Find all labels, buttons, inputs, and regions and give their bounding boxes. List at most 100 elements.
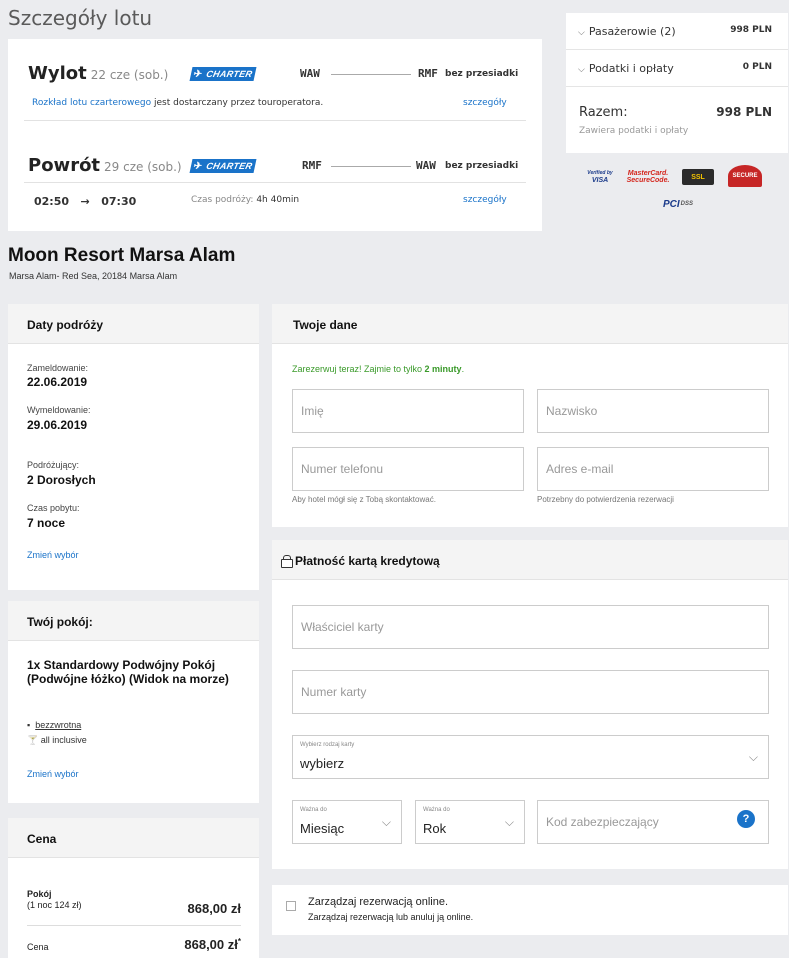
total-price-amount: 868,00 zł [184,937,238,952]
first-name-field[interactable] [292,389,524,433]
divider [24,120,526,121]
board-label: all inclusive [40,735,87,745]
chevron-down-icon: ⌵ [504,815,514,829]
room-panel: Twój pokój: 1x Standardowy Podwójny Pokó… [8,601,259,803]
phone-input[interactable] [293,448,523,490]
total-price-value: 868,00 zł* [184,937,241,952]
outbound-label: Wylot 22 cze (sob.) [28,63,168,84]
return-leg: Powrót 29 cze (sob.) ✈ CHARTER RMF WAW bez… [8,147,542,183]
return-duration: Czas podróży: 4h 40min [191,195,299,205]
expiry-year-value: Rok [423,821,447,836]
charter-label: CHARTER [205,161,254,171]
security-code-input[interactable] [538,801,768,843]
manage-title: Zarządzaj rezerwacją online. [308,896,449,908]
manage-online-checkbox[interactable] [286,901,296,911]
email-hint: Potrzebny do potwierdzenia rezerwacji [537,495,674,504]
chevron-down-icon: ⌵ [578,28,585,38]
dss-text: DSS [680,201,693,207]
stay-value: 7 noce [27,516,66,530]
travel-dates-panel: Daty podróży Zameldowanie: 22.06.2019 Wy… [8,304,259,590]
return-arrival: 07:30 [101,195,137,208]
outbound-from: WAW [300,67,320,80]
room-price-title: Pokój [27,889,52,899]
outbound-details-link[interactable]: szczegóły [463,98,507,108]
total-price-label: Cena [27,942,49,952]
fees-row[interactable]: ⌵ Podatki i opłaty 0 PLN [566,50,788,86]
arrow-right-icon: → [80,195,90,208]
verified-by-visa-icon: Verified by VISA [586,169,614,185]
travellers-value: 2 Dorosłych [27,473,96,487]
return-label: Powrót 29 cze (sob.) [28,155,182,176]
non-refundable-link[interactable]: bezzwrotna [35,720,81,730]
travellers-label: Podróżujący: [27,460,80,470]
pci-text: PCI [662,198,680,210]
charter-note-text: jest dostarczany przez touroperatora. [151,98,324,108]
outbound-direct: bez przesiadki [445,69,519,79]
checkout-date: 29.06.2019 [27,418,88,432]
help-icon[interactable]: ? [737,810,755,828]
email-field[interactable] [537,447,769,491]
outbound-to: RMF [418,67,438,80]
hotel-address: Marsa Alam- Red Sea, 20184 Marsa Alam [9,271,178,281]
passengers-row[interactable]: ⌵ Pasażerowie (2) 998 PLN [566,13,788,49]
route-line [331,166,411,167]
card-number-input[interactable] [293,671,768,713]
last-name-field[interactable] [537,389,769,433]
return-times: 02:50 → 07:30 [34,195,136,208]
flight-card: Wylot 22 cze (sob.) ✈ CHARTER WAW RMF bez … [8,39,542,231]
passengers-label: Pasażerowie (2) [588,25,676,38]
promo-highlight: 2 minuty [424,364,462,374]
return-departure: 02:50 [34,195,70,208]
first-name-input[interactable] [293,390,523,432]
expiry-month-select[interactable]: Ważna do Miesiąc ⌵ [292,800,402,844]
security-code-field[interactable]: ? [537,800,769,844]
expiry-month-value: Miesiąc [300,821,345,836]
security-badges: Verified by VISA MasterCard. SecureCode. S… [566,165,788,219]
change-dates-link[interactable]: Zmień wybór [27,550,79,560]
plane-icon: ✈ [192,68,204,80]
room-price-label: Pokój [27,889,52,899]
card-type-caption: Wybierz rodzaj karty [300,742,355,748]
card-holder-field[interactable] [292,605,769,649]
visa-text: Verified by [587,170,613,176]
return-direct: bez przesiadki [445,161,519,171]
email-input[interactable] [538,448,768,490]
secure-seal-icon: SECURE [728,165,762,187]
change-room-link[interactable]: Zmień wybór [27,769,79,779]
card-type-value: wybierz [300,756,345,771]
expiry-year-select[interactable]: Ważna do Rok ⌵ [415,800,525,844]
charter-schedule-link[interactable]: Rozkład lotu czarterowego [32,98,151,108]
expiry-year-caption: Ważna do [423,807,450,813]
visa-brand: VISA [591,177,609,184]
panel-header: Płatność kartą kredytową [272,540,788,580]
charter-label: CHARTER [205,69,254,79]
card-number-field[interactable] [292,670,769,714]
lock-icon [281,555,293,568]
charter-badge: ✈ CHARTER [189,67,257,81]
outbound-leg: Wylot 22 cze (sob.) ✈ CHARTER WAW RMF bez … [8,55,542,91]
promo-lead: Zarezerwuj teraz! Zajmie to tylko [292,364,425,374]
price-panel: Cena Pokój (1 noc 124 zł) 868,00 zł Cena… [8,818,259,958]
phone-field[interactable] [292,447,524,491]
travel-dates-title: Daty podróży [27,318,104,332]
duration-label: Czas podróży: [191,195,254,205]
return-details-link[interactable]: szczegóły [463,195,507,205]
chevron-down-icon: ⌵ [578,65,585,75]
ssl-lock-icon: SSL [682,169,714,185]
phone-hint: Aby hotel mógł się z Tobą skontaktować. [292,495,436,504]
last-name-input[interactable] [538,390,768,432]
personal-data-panel: Twoje dane Zarezerwuj teraz! Zajmie to t… [272,304,788,527]
pci-dss-icon: PCI DSS [658,195,698,213]
card-holder-input[interactable] [293,606,768,648]
room-title: Twój pokój: [27,615,93,629]
price-title: Cena [27,832,57,846]
outbound-date: 22 cze (sob.) [90,68,169,82]
asterisk: * [237,937,241,946]
card-type-select[interactable]: Wybierz rodzaj karty wybierz ⌵ [292,735,769,779]
room-option-board: 🍸 all inclusive [27,735,87,746]
chevron-down-icon: ⌵ [748,750,758,764]
flight-section-title: Szczegóły lotu [8,6,153,30]
room-price-sub: (1 noc 124 zł) [27,900,82,910]
manage-reservation-panel: Zarządzaj rezerwacją online. Zarządzaj r… [272,885,788,935]
passengers-value: 998 PLN [730,25,772,35]
